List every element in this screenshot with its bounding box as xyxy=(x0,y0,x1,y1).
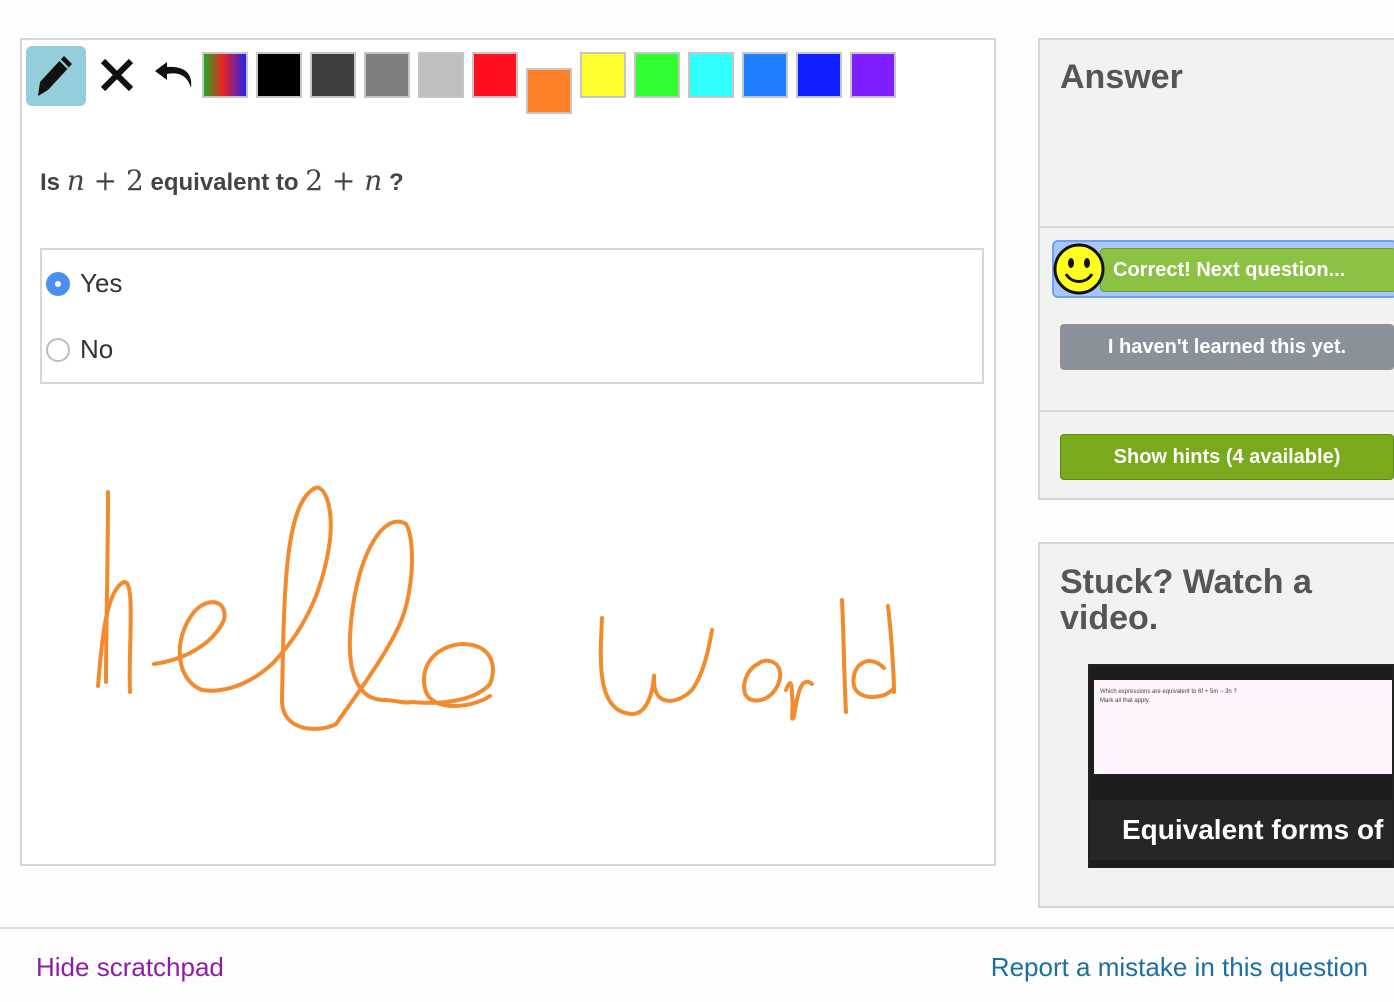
pencil-icon xyxy=(38,56,72,96)
swatch-green[interactable] xyxy=(634,52,680,98)
swatch-rainbow[interactable] xyxy=(202,52,248,98)
video-thumbnail[interactable]: Which expressions are equivalent to 6f +… xyxy=(1088,664,1394,868)
answer-title: Answer xyxy=(1060,58,1183,96)
swatch-purple[interactable] xyxy=(850,52,896,98)
video-panel-title: Stuck? Watch a video. xyxy=(1060,563,1312,637)
swatch-cyan[interactable] xyxy=(688,52,734,98)
thumbnail-text: Which expressions are equivalent to 6f +… xyxy=(1100,689,1237,704)
swatch-orange[interactable] xyxy=(526,68,572,114)
swatch-light-gray[interactable] xyxy=(418,52,464,98)
footer-divider xyxy=(0,927,1394,929)
question-text: Is n + 2 equivalent to 2 + n ? xyxy=(40,164,404,197)
thumbnail-screen: Which expressions are equivalent to 6f +… xyxy=(1094,680,1392,774)
answer-choices: Yes No xyxy=(40,248,984,384)
swatch-red[interactable] xyxy=(472,52,518,98)
smiley-icon xyxy=(1053,243,1105,295)
math-expression-1: n + 2 xyxy=(66,164,144,197)
clear-icon xyxy=(100,58,134,92)
swatch-black[interactable] xyxy=(256,52,302,98)
report-mistake-link[interactable]: Report a mistake in this question xyxy=(991,952,1368,983)
answer-divider-1 xyxy=(1040,226,1394,228)
video-panel: Stuck? Watch a video. Which expressions … xyxy=(1038,542,1394,908)
correct-button-label: Correct! Next question... xyxy=(1100,248,1394,292)
undo-icon xyxy=(155,62,192,88)
undo-button[interactable] xyxy=(150,50,200,100)
answer-divider-2 xyxy=(1040,410,1394,412)
show-hints-button[interactable]: Show hints (4 available) xyxy=(1060,434,1394,480)
swatch-dark-gray[interactable] xyxy=(310,52,356,98)
hide-scratchpad-link[interactable]: Hide scratchpad xyxy=(36,952,224,983)
choice-yes[interactable]: Yes xyxy=(46,268,122,299)
clear-button[interactable] xyxy=(94,50,140,100)
question-prefix: Is xyxy=(40,169,61,196)
choice-yes-label: Yes xyxy=(80,268,123,298)
radio-no[interactable] xyxy=(46,337,70,362)
video-title-label: Equivalent forms of expressions xyxy=(1122,814,1392,845)
choice-no-label: No xyxy=(80,334,114,364)
math-expression-2: 2 + n xyxy=(305,164,383,197)
swatch-gray[interactable] xyxy=(364,52,410,98)
video-label-bar: Equivalent forms of expressions xyxy=(1090,800,1392,860)
swatch-yellow[interactable] xyxy=(580,52,626,98)
choice-no[interactable]: No xyxy=(46,334,113,365)
question-middle: equivalent to xyxy=(150,169,299,196)
swatch-light-blue[interactable] xyxy=(742,52,788,98)
not-learned-button[interactable]: I haven't learned this yet. xyxy=(1060,324,1394,370)
question-suffix: ? xyxy=(388,169,404,196)
swatch-blue[interactable] xyxy=(796,52,842,98)
pencil-tool-button[interactable] xyxy=(26,46,86,106)
correct-next-question-button[interactable]: Correct! Next question... xyxy=(1052,240,1394,298)
problem-area: Is n + 2 equivalent to 2 + n ? Yes No xyxy=(20,38,996,866)
radio-yes[interactable] xyxy=(46,271,70,296)
answer-panel: Answer Correct! Next question... I haven… xyxy=(1038,38,1394,500)
